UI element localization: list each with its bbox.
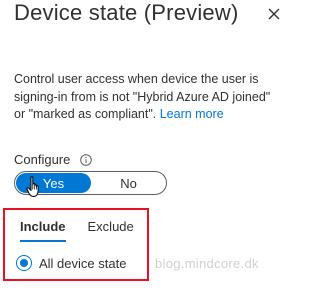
all-device-state-label: All device state [39, 255, 127, 271]
configure-label-row: Configure [14, 152, 93, 167]
close-icon [268, 8, 280, 20]
device-state-panel: Device state (Preview) Control user acce… [0, 0, 292, 300]
radio-selected-dot [20, 259, 28, 267]
watermark: blog.mindcore.dk [155, 256, 259, 271]
info-icon[interactable] [80, 153, 93, 166]
hand-cursor-icon [26, 176, 39, 197]
tab-exclude[interactable]: Exclude [88, 219, 134, 242]
configure-label: Configure [14, 152, 71, 167]
tab-include[interactable]: Include [20, 219, 66, 242]
panel-description: Control user access when device the user… [14, 71, 280, 124]
all-device-state-radio[interactable] [16, 255, 32, 271]
configure-no-option[interactable]: No [91, 172, 166, 194]
close-button[interactable] [264, 4, 284, 24]
all-device-state-option[interactable]: All device state [16, 255, 126, 271]
learn-more-link[interactable]: Learn more [160, 107, 224, 121]
include-exclude-tabs: Include Exclude [20, 219, 134, 242]
panel-title: Device state (Preview) [14, 0, 239, 25]
description-text: Control user access when device the user… [14, 72, 271, 121]
